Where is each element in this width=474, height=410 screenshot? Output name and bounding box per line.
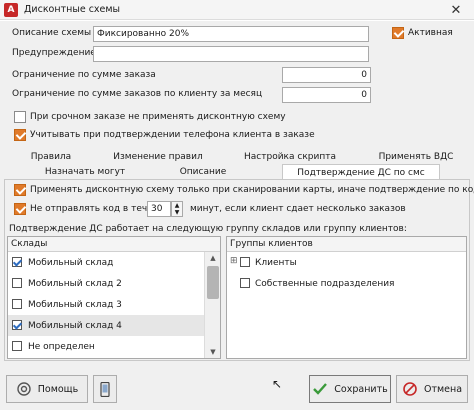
tab-apply-vds[interactable]: Применять ВДС <box>366 152 466 162</box>
tab-assign[interactable]: Назначать могут <box>30 167 140 177</box>
no-code-suffix: минут, если клиент сдает несколько заказ… <box>190 204 406 214</box>
row-label: Собственные подразделения <box>255 278 395 289</box>
monthly-limit-label: Ограничение по сумме заказов по клиенту … <box>12 89 263 99</box>
no-code-minutes-field[interactable]: 30 <box>147 201 171 217</box>
row-label: Мобильный склад 2 <box>28 278 122 289</box>
cancel-icon <box>402 381 418 397</box>
tab-script-settings[interactable]: Настройка скрипта <box>240 152 340 162</box>
warehouses-header: Склады <box>8 237 220 252</box>
phone-confirm-label: Учитывать при подтверждении телефона кли… <box>30 130 315 140</box>
save-label: Сохранить <box>334 383 388 395</box>
tab-sms-confirm[interactable]: Подтверждение ДС по смс <box>282 164 440 180</box>
spin-down-icon[interactable]: ▼ <box>175 209 180 216</box>
minutes-spinner[interactable]: ▲ ▼ <box>171 201 183 217</box>
list-item[interactable]: Мобильный склад 3 <box>8 294 205 315</box>
row-checkbox[interactable] <box>12 257 22 267</box>
warning-label: Предупреждение <box>12 48 96 58</box>
window-titlebar: A Дисконтные схемы ✕ <box>0 0 474 20</box>
scan-only-label: Применять дисконтную схему только при ск… <box>30 185 474 195</box>
warehouses-grid: Склады Мобильный склад Мобильный склад 2… <box>7 236 221 359</box>
active-label: Активная <box>408 28 453 38</box>
mobile-button[interactable] <box>93 375 117 403</box>
scan-only-checkbox[interactable] <box>14 184 26 196</box>
row-label: Мобильный склад 4 <box>28 320 122 331</box>
no-code-checkbox[interactable] <box>14 203 26 215</box>
list-item[interactable]: Мобильный склад 4 <box>8 315 205 336</box>
scroll-down-icon[interactable]: ▼ <box>205 346 220 358</box>
client-groups-header: Группы клиентов <box>227 237 466 252</box>
close-icon[interactable]: ✕ <box>438 0 474 20</box>
phone-confirm-checkbox[interactable] <box>14 129 26 141</box>
mobile-phone-icon <box>97 381 113 397</box>
description-label: Описание схемы <box>12 28 92 38</box>
row-checkbox[interactable] <box>240 278 250 288</box>
applies-label: Подтверждение ДС работает на следующую г… <box>9 224 407 234</box>
urgent-label: При срочном заказе не применять дисконтн… <box>30 112 286 122</box>
list-item[interactable]: Мобильный склад 2 <box>8 273 205 294</box>
tab-description[interactable]: Описание <box>168 167 238 177</box>
warning-field[interactable] <box>93 46 369 62</box>
client-groups-grid: Группы клиентов ⊞ Клиенты Собственные по… <box>226 236 467 359</box>
window-title: Дисконтные схемы <box>24 4 121 15</box>
row-checkbox[interactable] <box>240 257 250 267</box>
row-label: Мобильный склад <box>28 257 114 268</box>
list-item[interactable]: Не определен <box>8 336 205 357</box>
row-checkbox[interactable] <box>12 278 22 288</box>
row-label: Не определен <box>28 341 95 352</box>
order-limit-field[interactable]: 0 <box>282 67 371 83</box>
urgent-checkbox[interactable] <box>14 111 26 123</box>
row-checkbox[interactable] <box>12 320 22 330</box>
tab-rules-change[interactable]: Изменение правил <box>108 152 208 162</box>
scroll-up-icon[interactable]: ▲ <box>205 252 220 264</box>
scroll-thumb[interactable] <box>207 266 219 299</box>
row-label: Клиенты <box>255 257 297 268</box>
monthly-limit-field[interactable]: 0 <box>282 87 371 103</box>
save-button[interactable]: Сохранить <box>309 375 391 403</box>
row-label: Мобильный склад 3 <box>28 299 122 310</box>
warehouses-scrollbar[interactable]: ▲ ▼ <box>204 252 220 358</box>
list-item[interactable]: Мобильный склад <box>8 252 205 273</box>
mouse-cursor-icon: ↖ <box>272 377 283 391</box>
description-field[interactable]: Фиксированно 20% <box>93 26 369 42</box>
row-checkbox[interactable] <box>12 341 22 351</box>
help-label: Помощь <box>37 383 79 395</box>
help-icon <box>16 381 32 397</box>
tab-rules[interactable]: Правила <box>26 152 76 162</box>
cancel-label: Отмена <box>423 383 463 395</box>
tree-item[interactable]: ⊞ Клиенты <box>227 252 466 273</box>
dialog-body: Описание схемы Фиксированно 20% Активная… <box>0 21 474 410</box>
order-limit-label: Ограничение по сумме заказа <box>12 70 156 80</box>
checkmark-icon <box>312 381 328 397</box>
active-checkbox[interactable] <box>392 27 404 39</box>
help-button[interactable]: Помощь <box>6 375 88 403</box>
row-checkbox[interactable] <box>12 299 22 309</box>
expand-icon[interactable]: ⊞ <box>230 256 238 266</box>
spin-up-icon[interactable]: ▲ <box>175 202 180 209</box>
tree-item[interactable]: Собственные подразделения <box>227 273 466 294</box>
cancel-button[interactable]: Отмена <box>396 375 468 403</box>
app-logo-icon: A <box>4 2 18 17</box>
